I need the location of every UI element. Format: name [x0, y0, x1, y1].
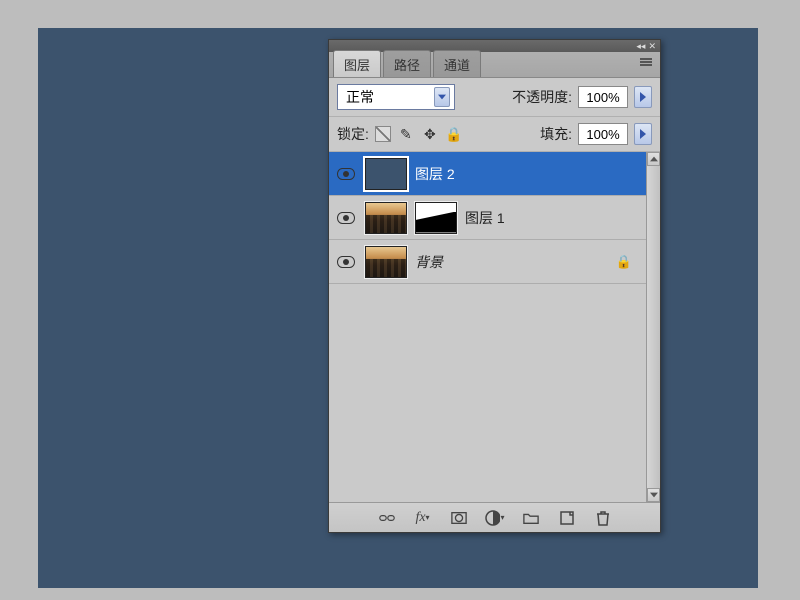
layer-effects-icon[interactable]: fx▾ — [413, 509, 433, 527]
scroll-up-icon[interactable] — [647, 152, 660, 166]
panel-footer: fx▾ ▾ — [329, 502, 660, 532]
scrollbar[interactable] — [646, 152, 660, 502]
lock-label: 锁定: — [337, 124, 369, 144]
layer-thumbnail[interactable] — [365, 246, 407, 278]
visibility-eye-icon[interactable] — [337, 168, 355, 180]
chevron-down-icon — [434, 87, 450, 107]
layer-mask-icon[interactable] — [449, 509, 469, 527]
lock-transparency-icon[interactable] — [375, 126, 391, 142]
fill-label: 填充: — [540, 124, 572, 144]
layer-row[interactable]: 图层 2 — [329, 152, 646, 196]
lock-icon: 🔒 — [616, 254, 632, 270]
scroll-down-icon[interactable] — [647, 488, 660, 502]
opacity-label: 不透明度: — [512, 87, 572, 107]
layer-name[interactable]: 背景 — [415, 252, 443, 272]
layer-row[interactable]: 背景 🔒 — [329, 240, 646, 284]
layers-list: 图层 2 图层 1 背景 🔒 — [329, 152, 660, 502]
layer-mask-thumbnail[interactable] — [415, 202, 457, 234]
layer-thumbnail[interactable] — [365, 158, 407, 190]
link-layers-icon[interactable] — [377, 509, 397, 527]
blend-row: 正常 不透明度: 100% — [329, 78, 660, 117]
visibility-eye-icon[interactable] — [337, 212, 355, 224]
blend-mode-value: 正常 — [346, 87, 374, 107]
new-group-icon[interactable] — [521, 509, 541, 527]
lock-controls: ✎ ✥ 🔒 — [375, 125, 463, 143]
layers-panel: ◂◂ ✕ 图层 路径 通道 正常 不透明度: 100% 锁定: ✎ ✥ 🔒 填充… — [328, 39, 661, 533]
delete-layer-icon[interactable] — [593, 509, 613, 527]
fill-input[interactable]: 100% — [578, 123, 628, 145]
visibility-eye-icon[interactable] — [337, 256, 355, 268]
lock-position-icon[interactable]: ✥ — [421, 125, 439, 143]
panel-menu-icon[interactable] — [640, 58, 654, 70]
layer-name[interactable]: 图层 2 — [415, 164, 455, 184]
opacity-input[interactable]: 100% — [578, 86, 628, 108]
fill-stepper[interactable] — [634, 123, 652, 145]
lock-row: 锁定: ✎ ✥ 🔒 填充: 100% — [329, 117, 660, 152]
collapse-icon[interactable]: ◂◂ — [636, 42, 645, 51]
tab-channels[interactable]: 通道 — [433, 50, 481, 77]
close-icon[interactable]: ✕ — [648, 42, 656, 51]
layer-row[interactable]: 图层 1 — [329, 196, 646, 240]
lock-pixels-icon[interactable]: ✎ — [397, 125, 415, 143]
new-layer-icon[interactable] — [557, 509, 577, 527]
blend-mode-select[interactable]: 正常 — [337, 84, 455, 110]
lock-all-icon[interactable]: 🔒 — [445, 125, 463, 143]
opacity-stepper[interactable] — [634, 86, 652, 108]
layer-thumbnail[interactable] — [365, 202, 407, 234]
adjustment-layer-icon[interactable]: ▾ — [485, 509, 505, 527]
tab-layers[interactable]: 图层 — [333, 50, 381, 77]
tab-paths[interactable]: 路径 — [383, 50, 431, 77]
panel-tabs: 图层 路径 通道 — [329, 52, 660, 78]
layer-name[interactable]: 图层 1 — [465, 208, 505, 228]
